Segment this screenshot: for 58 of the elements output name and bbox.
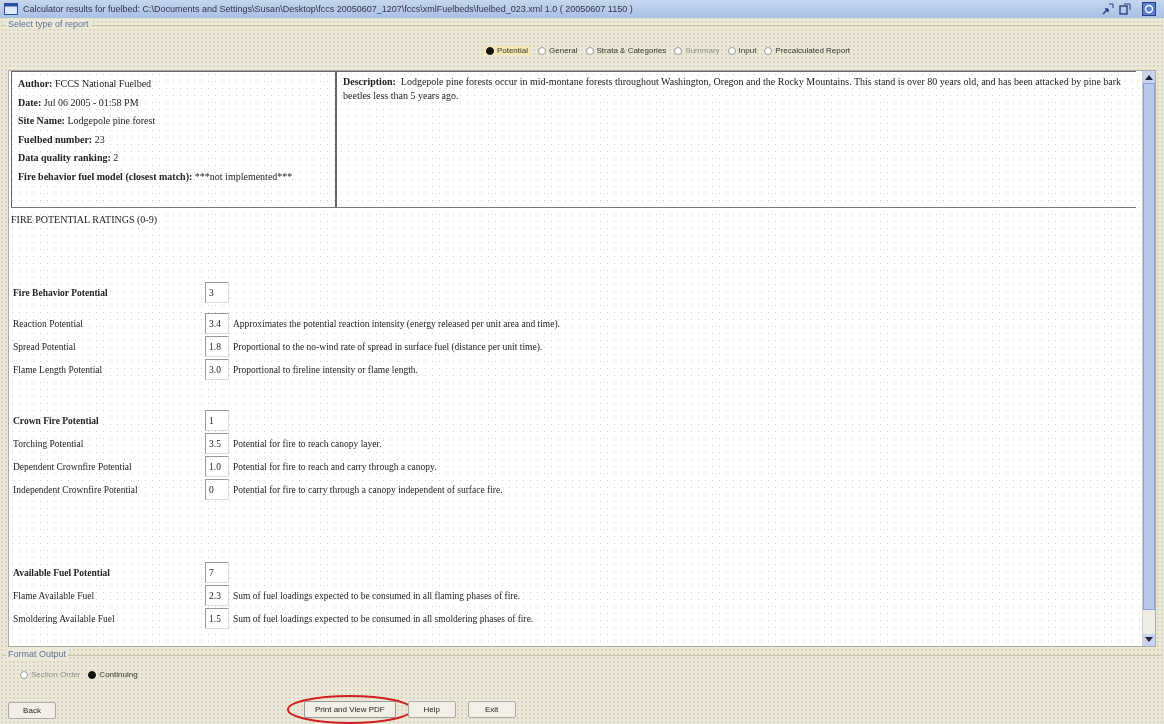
rating-description: Potential for fire to reach and carry through a canopy. xyxy=(233,461,437,472)
window-title: Calculator results for fuelbed: C:\Documents and Settings\Susan\Desktop\fccs 20050607_1207\fccs\xmlFuelbeds\fuelbed_023.xml 1.0 ( 20050607 1150 ) xyxy=(23,4,634,14)
radio-option[interactable]: General xyxy=(538,46,578,55)
rating-value: 1.0 xyxy=(205,456,229,477)
radio-option[interactable]: Potential xyxy=(483,46,531,55)
group-legend: Select type of report xyxy=(6,19,91,29)
rating-name: Fire Behavior Potential xyxy=(12,287,109,298)
rating-description: Potential for fire to carry through a canopy independent of surface fire. xyxy=(233,484,503,495)
rating-name: Independent Crownfire Potential xyxy=(12,484,139,495)
rating-value: 2.3 xyxy=(205,585,229,606)
rating-value: 3.4 xyxy=(205,313,229,334)
rating-value: 1 xyxy=(205,410,229,431)
rating-value: 3.5 xyxy=(205,433,229,454)
info-line: Data quality ranking: 2 xyxy=(18,151,120,165)
rating-name: Crown Fire Potential xyxy=(12,415,100,426)
rating-description: Sum of fuel loadings expected to be consumed in all flaming phases of fire. xyxy=(233,590,521,601)
rating-description: Potential for fire to reach canopy layer. xyxy=(233,438,382,449)
section-heading: FIRE POTENTIAL RATINGS (0-9) xyxy=(11,214,158,225)
radio-option[interactable]: Continuing xyxy=(88,670,138,679)
close-icon[interactable] xyxy=(1142,2,1156,16)
scrollbar[interactable] xyxy=(1142,71,1155,646)
action-button[interactable]: Exit xyxy=(467,700,516,718)
rating-value: 1.8 xyxy=(205,336,229,357)
radio-option[interactable]: Input xyxy=(727,46,757,55)
description-text: Description: Lodgepole pine forests occur in mid-montane forests throughout Washington, Oregon and the Rocky Mountains. This stand is over 80 years old, and has been attacked by pine bark beetles less than 5 years ago. xyxy=(343,75,1123,103)
rating-description: Sum of fuel loadings expected to be consumed in all smoldering phases of fire. xyxy=(233,613,534,624)
back-button[interactable]: Back xyxy=(8,702,56,719)
window-icon xyxy=(4,3,18,15)
group-legend: Format Output xyxy=(6,649,69,659)
rating-name: Spread Potential xyxy=(12,341,77,352)
radio-option[interactable]: Strata & Categories xyxy=(585,46,667,55)
rating-value: 7 xyxy=(205,562,229,583)
rating-name: Flame Available Fuel xyxy=(12,590,96,601)
radio-option[interactable]: Precalculated Report xyxy=(764,46,851,55)
rating-value: 1.5 xyxy=(205,608,229,629)
rating-description: Proportional to fireline intensity or flame length. xyxy=(233,364,418,375)
rating-name: Flame Length Potential xyxy=(12,364,104,375)
rating-name: Dependent Crownfire Potential xyxy=(12,461,133,472)
rating-value: 3 xyxy=(205,282,229,303)
info-line: Date: Jul 06 2005 - 01:58 PM xyxy=(18,95,140,110)
rating-name: Smoldering Available Fuel xyxy=(12,613,116,624)
rating-description: Approximates the potential reaction intensity (energy released per unit area and time). xyxy=(233,318,560,329)
rating-value: 3.0 xyxy=(205,359,229,380)
rating-name: Reaction Potential xyxy=(12,318,84,329)
rating-description: Proportional to the no-wind rate of spread in surface fuel (distance per unit time). xyxy=(233,341,543,352)
rating-name: Available Fuel Potential xyxy=(12,567,111,578)
info-line: Fuelbed number: 23 xyxy=(18,132,106,147)
rating-value: 0 xyxy=(205,479,229,500)
scroll-down-icon[interactable] xyxy=(1143,634,1155,646)
rating-name: Torching Potential xyxy=(12,438,85,449)
info-line: Fire behavior fuel model (closest match): ***not implemented*** xyxy=(18,169,294,184)
action-button[interactable]: Help xyxy=(407,700,456,718)
info-line: Author: FCCS National Fuelbed xyxy=(18,77,153,91)
action-button[interactable]: Print and View PDF xyxy=(304,700,396,718)
scroll-up-icon[interactable] xyxy=(1143,71,1155,83)
scroll-thumb[interactable] xyxy=(1143,83,1155,610)
maximize-icon[interactable] xyxy=(1119,3,1131,15)
info-line: Site Name: Lodgepole pine forest xyxy=(18,114,157,128)
